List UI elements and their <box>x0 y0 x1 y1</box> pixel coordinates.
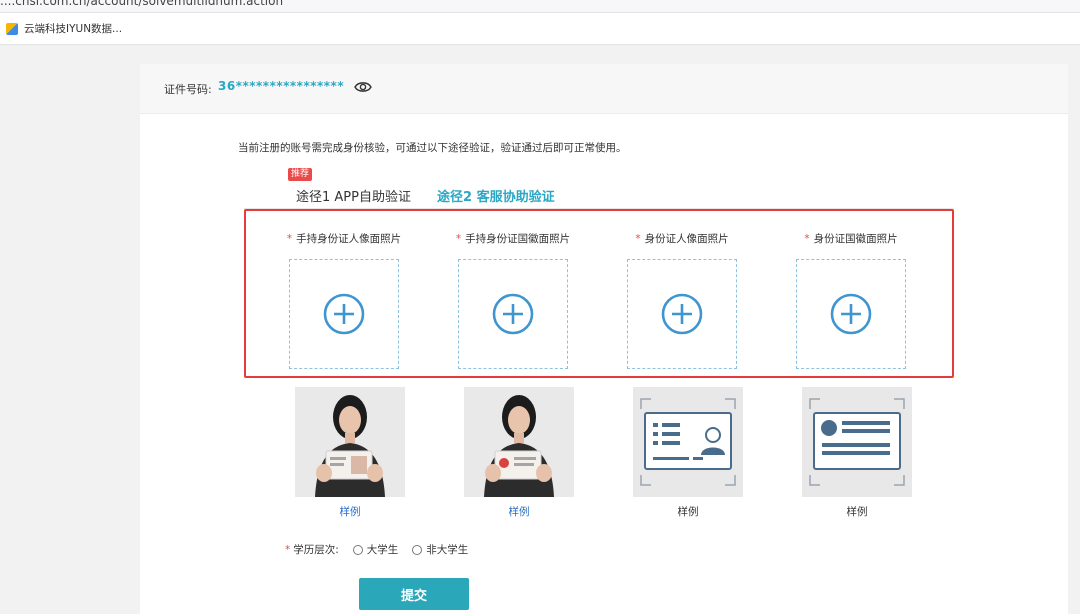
upload-highlight-frame: * 手持身份证人像面照片 * 手持身份证国徽面照片 * 身份证人像面照片 * 身份证国徽… <box>244 209 954 378</box>
id-number-row: 证件号码: 36**************** <box>140 64 1068 114</box>
tab-customer-service-verify[interactable]: 途径2 客服协助验证 <box>437 186 555 205</box>
sample-link[interactable]: 样例 <box>295 504 405 519</box>
page-content: 证件号码: 36**************** 当前注册的账号需完成身份核验，… <box>0 46 1080 614</box>
upload-box[interactable] <box>458 259 568 369</box>
bookmarks-bar: 云端科技IYUN数据... <box>0 13 1080 45</box>
radio-circle[interactable] <box>352 544 363 555</box>
radio-label: 大学生 <box>366 544 399 556</box>
sample-caption: 样例 <box>677 506 699 518</box>
verification-tabs: 推荐 途径1 APP自助验证 途径2 客服协助验证 <box>140 164 1068 210</box>
url-text: ....chsi.com.cn/account/solvemultiidnum.… <box>0 0 284 8</box>
verification-card: 证件号码: 36**************** 当前注册的账号需完成身份核验，… <box>140 64 1068 614</box>
tab-app-self-verify[interactable]: 途径1 APP自助验证 <box>296 186 411 205</box>
bookmark-item[interactable]: 云端科技IYUN数据... <box>6 21 122 36</box>
radio-university-student[interactable]: 大学生 <box>352 542 399 557</box>
upload-box[interactable] <box>796 259 906 369</box>
submit-button[interactable]: 提交 <box>359 578 469 610</box>
bookmark-label: 云端科技IYUN数据... <box>24 23 123 35</box>
address-bar[interactable]: ....chsi.com.cn/account/solvemultiidnum.… <box>0 0 1080 13</box>
sample-link[interactable]: 样例 <box>464 504 574 519</box>
plus-icon <box>830 293 872 335</box>
upload-label: * 身份证人像面照片 <box>635 233 729 245</box>
person-holding-id-illustration <box>484 395 554 497</box>
upload-label: * 手持身份证人像面照片 <box>286 233 402 245</box>
sample-handheld-back-image <box>464 387 574 497</box>
radio-circle[interactable] <box>412 544 423 555</box>
bookmark-favicon-icon <box>6 22 18 35</box>
id-card-back-icon <box>809 398 905 486</box>
eye-icon[interactable] <box>354 80 372 94</box>
id-number-value: 36**************** <box>218 79 345 93</box>
person-holding-id-illustration <box>315 395 385 497</box>
upload-label: * 手持身份证国徽面照片 <box>455 233 571 245</box>
radio-label: 非大学生 <box>426 544 469 556</box>
verification-notice: 当前注册的账号需完成身份核验，可通过以下途径验证，验证通过后即可正常使用。 <box>238 142 627 154</box>
upload-label: * 身份证国徽面照片 <box>804 233 898 245</box>
plus-icon <box>492 293 534 335</box>
education-level-label: * 学历层次: <box>285 544 339 556</box>
sample-id-back-image <box>802 387 912 497</box>
id-number-label: 证件号码: <box>164 83 212 96</box>
upload-box[interactable] <box>289 259 399 369</box>
education-level-row: * 学历层次: 大学生 非大学生 <box>285 542 468 557</box>
recommended-badge: 推荐 <box>288 168 313 181</box>
upload-box[interactable] <box>627 259 737 369</box>
sample-id-front-image <box>633 387 743 497</box>
plus-icon <box>661 293 703 335</box>
plus-icon <box>323 293 365 335</box>
id-card-front-icon <box>640 398 736 486</box>
sample-caption: 样例 <box>846 506 868 518</box>
radio-non-university-student[interactable]: 非大学生 <box>412 542 468 557</box>
sample-handheld-front-image <box>295 387 405 497</box>
